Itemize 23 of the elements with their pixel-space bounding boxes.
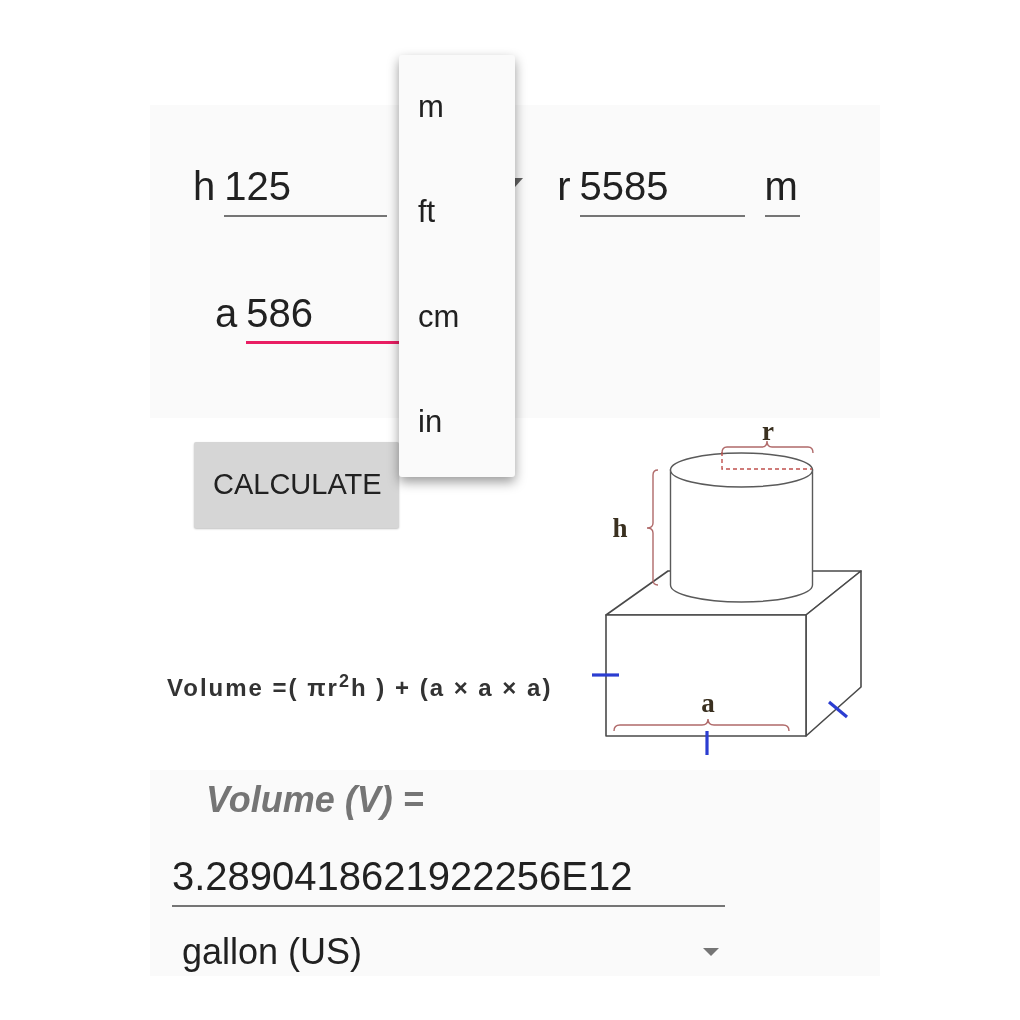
tick-mark (592, 673, 619, 677)
dropdown-arrow-icon[interactable] (703, 948, 719, 956)
calculate-button[interactable]: CALCULATE (194, 442, 399, 528)
tick-mark (705, 731, 709, 755)
unit-dropdown[interactable]: m (764, 163, 800, 217)
input-field[interactable]: 5585 (579, 163, 745, 217)
dimension-label: h (612, 513, 628, 543)
dimension-label: r (762, 418, 774, 446)
menu-item[interactable]: ft (399, 160, 515, 265)
dropdown-arrow-icon[interactable] (515, 178, 524, 187)
unit-dropdown[interactable]: gallon (US) (172, 930, 725, 974)
result-label: Volume (V) = (206, 778, 424, 822)
tick-mark (827, 700, 849, 719)
field-label: a (215, 290, 238, 337)
field-label: r (557, 163, 571, 210)
menu-item[interactable]: in (399, 370, 515, 475)
input-field[interactable]: 125 (224, 163, 388, 217)
dimension-label: a (701, 688, 715, 718)
menu-item[interactable]: cm (399, 265, 515, 370)
formula-text: Volume =( πr$^{2}$h ) + (a × a × a) (167, 673, 553, 703)
result-field[interactable]: 3.2890418621922256E12 (172, 853, 725, 907)
menu-item[interactable]: m (399, 55, 515, 160)
field-label: h (193, 163, 216, 210)
